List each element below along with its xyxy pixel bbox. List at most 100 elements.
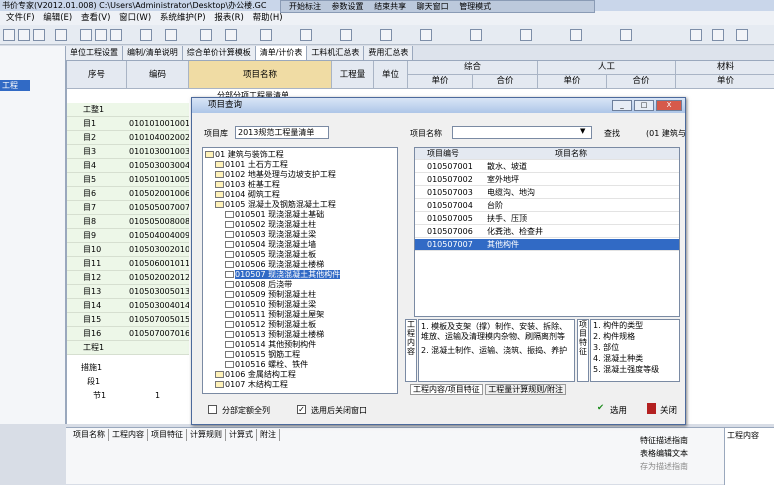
tree-node[interactable]: 0106 金属结构工程 [215,370,296,380]
window-icon[interactable] [620,29,632,41]
undo-icon[interactable] [140,29,152,41]
print-icon[interactable] [55,29,67,41]
tree-node[interactable]: 010512 预制混凝土板 [225,320,316,330]
new-icon[interactable] [3,29,15,41]
minimize-button[interactable]: _ [612,100,632,111]
close-after-select-checkbox[interactable]: ✓ [297,405,306,414]
sum-icon[interactable] [340,29,352,41]
chevron-down-icon[interactable]: ▼ [580,127,585,135]
save-guide-button[interactable]: 存为描述指南 [640,460,688,473]
param-settings-button[interactable]: 参数设置 [332,1,364,12]
cut-icon[interactable] [80,29,92,41]
edit-text-button[interactable]: 表格编辑文本 [640,447,688,460]
copy-icon[interactable] [95,29,107,41]
list-icon[interactable] [420,29,432,41]
btab-formula[interactable]: 计算式 [226,429,257,441]
list-item[interactable]: 010507004 台阶 [415,200,679,212]
menu-view[interactable]: 查看(V) [81,11,110,25]
name-input[interactable] [452,126,592,139]
find-icon[interactable] [200,29,212,41]
lower-row-seq[interactable]: 节1 [93,389,106,403]
tab-cost-summary[interactable]: 费用汇总表 [364,46,414,60]
grid-icon[interactable] [380,29,392,41]
btab-name[interactable]: 项目名称 [70,429,109,441]
btab-rule[interactable]: 计算规则 [187,429,226,441]
close-window-button[interactable]: X [656,100,682,111]
library-select[interactable]: 2013规范工程量清单 [235,126,329,139]
list-item[interactable]: 010507001 散水、坡道 [415,161,679,173]
feature-guide-button[interactable]: 特征描述指南 [640,434,688,447]
paste-icon[interactable] [110,29,122,41]
tree-node[interactable]: 010505 现浇混凝土板 [225,250,316,260]
tab-price-template[interactable]: 综合单价计算模板 [182,46,256,60]
tree-node[interactable]: 010511 预制混凝土屋架 [225,310,324,320]
tools-icon[interactable] [690,29,702,41]
chart-icon[interactable] [520,29,532,41]
tree-node[interactable]: 010506 现浇混凝土楼梯 [225,260,324,270]
tree-node[interactable]: 010515 钢筋工程 [225,350,300,360]
maximize-button[interactable]: □ [634,100,654,111]
project-tree-item[interactable]: 工程 [0,80,30,91]
tree-node[interactable]: 010510 预制混凝土梁 [225,300,316,310]
full-list-checkbox[interactable] [208,405,217,414]
close-button[interactable]: 关闭 [660,404,677,416]
feature-label: 项目特征 [577,319,589,382]
lower-row-seq[interactable]: 措施1 [81,361,102,375]
filter-icon[interactable] [225,29,237,41]
settings-icon[interactable] [570,29,582,41]
select-button[interactable]: 选用 [610,404,627,416]
tree-node[interactable]: 010504 现浇混凝土墙 [225,240,316,250]
start-annotate-button[interactable]: 开始标注 [289,1,321,12]
search-button[interactable]: 查找 [604,128,620,139]
tab-rule-note[interactable]: 工程量计算规则/附注 [485,384,566,395]
tree-node[interactable]: 010509 预制混凝土柱 [225,290,316,300]
btab-feature[interactable]: 项目特征 [148,429,187,441]
row-seq: 目16 [83,329,102,338]
tab-material-summary[interactable]: 工料机汇总表 [307,46,365,60]
open-icon[interactable] [18,29,30,41]
print-preview-icon[interactable] [736,29,748,41]
insert-icon[interactable] [165,29,177,41]
save-icon[interactable] [33,29,45,41]
tree-node[interactable]: 0103 桩基工程 [215,180,280,190]
tree-node[interactable]: 010501 现浇混凝土基础 [225,210,324,220]
list-item[interactable]: 010507003 电缆沟、地沟 [415,187,679,199]
tree-node[interactable]: 010513 预制混凝土楼梯 [225,330,324,340]
menu-edit[interactable]: 编辑(E) [43,11,72,25]
end-share-button[interactable]: 结束共享 [374,1,406,12]
tree-node[interactable]: 0105 混凝土及钢筋混凝土工程 [215,200,336,210]
tree-node[interactable]: 0107 木结构工程 [215,380,288,390]
calc-icon[interactable] [260,29,272,41]
btab-note[interactable]: 附注 [257,429,280,441]
menu-help[interactable]: 帮助(H) [253,11,283,25]
tree-node[interactable]: 010503 现浇混凝土梁 [225,230,316,240]
chat-window-button[interactable]: 聊天窗口 [417,1,449,12]
table-icon[interactable] [470,29,482,41]
list-item[interactable]: 010507002 室外地坪 [415,174,679,186]
tree-node[interactable]: 0104 砌筑工程 [215,190,280,200]
tree-node[interactable]: 01 建筑与装饰工程 [205,150,284,160]
menu-system[interactable]: 系统维护(P) [160,11,206,25]
tab-unit-settings[interactable]: 单位工程设置 [66,46,123,60]
admin-mode-button[interactable]: 管理模式 [459,1,491,12]
book-icon[interactable] [712,29,724,41]
menu-file[interactable]: 文件(F) [6,11,35,25]
tree-node[interactable]: 0102 地基处理与边坡支护工程 [215,170,336,180]
tab-compile-notes[interactable]: 编制/清单说明 [123,46,183,60]
tab-bill-pricing[interactable]: 清单/计价表 [255,46,308,60]
tree-node[interactable]: 010502 现浇混凝土柱 [225,220,316,230]
menu-report[interactable]: 报表(R) [214,11,244,25]
list-item[interactable]: 010507006 化粪池、检查井 [415,226,679,238]
report-icon[interactable] [300,29,312,41]
menu-window[interactable]: 窗口(W) [119,11,151,25]
tree-node[interactable]: 0101 土石方工程 [215,160,288,170]
tab-work-feature[interactable]: 工程内容/项目特征 [410,384,483,395]
list-item[interactable]: 010507005 扶手、压顶 [415,213,679,225]
btab-content[interactable]: 工程内容 [109,429,148,441]
tree-node[interactable]: 010507 现浇混凝土其他构件 [225,270,341,280]
list-item[interactable]: 010507007 其他构件 [415,239,679,251]
tree-node[interactable]: 010516 螺栓、铁件 [225,360,308,370]
tree-node[interactable]: 010508 后浇带 [225,280,292,290]
tree-node[interactable]: 010514 其他预制构件 [225,340,316,350]
lower-row-seq[interactable]: 段1 [87,375,100,389]
